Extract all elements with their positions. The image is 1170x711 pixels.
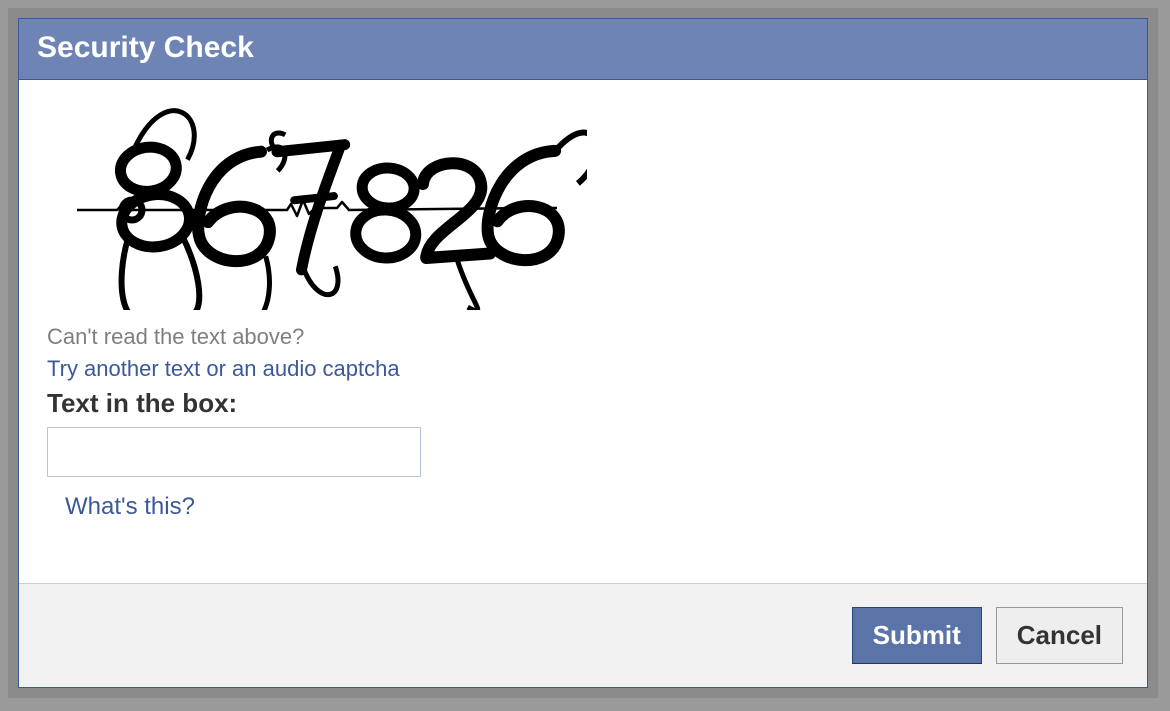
dialog-body: Can't read the text above? Try another t… xyxy=(19,80,1147,551)
captcha-input[interactable] xyxy=(47,427,421,477)
whats-this-link[interactable]: What's this? xyxy=(65,493,195,521)
dialog-title: Security Check xyxy=(19,19,1147,80)
captcha-input-label: Text in the box: xyxy=(47,388,1127,419)
security-check-dialog: Security Check xyxy=(18,18,1148,688)
submit-button[interactable]: Submit xyxy=(852,607,982,664)
captcha-image xyxy=(47,100,587,310)
cant-read-label: Can't read the text above? xyxy=(47,324,1127,350)
dialog-footer: Submit Cancel xyxy=(19,583,1147,687)
cancel-button[interactable]: Cancel xyxy=(996,607,1123,664)
try-another-link[interactable]: Try another text or an audio captcha xyxy=(47,356,400,382)
